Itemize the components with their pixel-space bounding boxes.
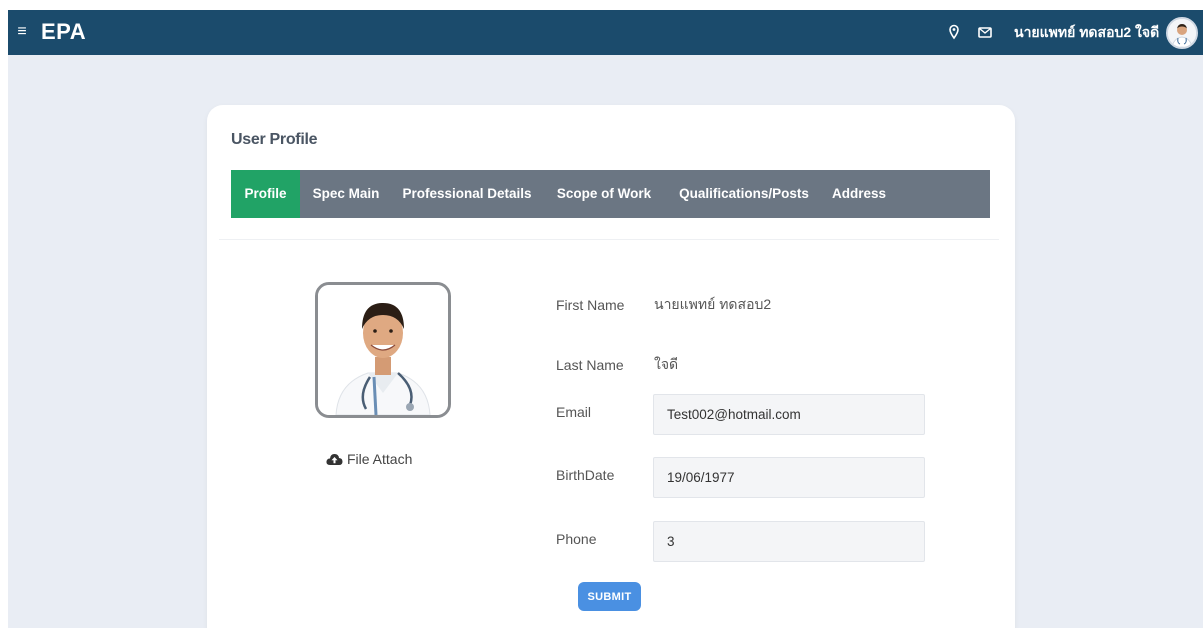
map-pin-icon[interactable] (946, 24, 962, 40)
divider (219, 239, 999, 240)
user-profile-card: User Profile Profile Spec Main Professio… (207, 105, 1015, 628)
email-field[interactable] (653, 394, 925, 435)
first-name-label: First Name (556, 297, 625, 313)
file-attach-button[interactable]: File Attach (326, 450, 412, 468)
cloud-upload-icon (326, 454, 343, 465)
tab-professional-details[interactable]: Professional Details (399, 170, 535, 218)
page-title: User Profile (231, 131, 318, 148)
mail-icon[interactable] (977, 24, 993, 40)
birthdate-label: BirthDate (556, 467, 615, 483)
tab-scope-of-work[interactable]: Scope of Work (545, 170, 663, 218)
file-attach-label: File Attach (347, 451, 413, 467)
phone-label: Phone (556, 531, 597, 547)
first-name-value: นายแพทย์ ทดสอบ2 (654, 296, 772, 312)
tab-spec-main[interactable]: Spec Main (311, 170, 381, 218)
app-viewport: ≡ EPA นายแพทย์ ทดสอบ2 ใจดี User Profile … (8, 10, 1203, 628)
phone-field[interactable] (653, 521, 925, 562)
brand-logo[interactable]: EPA (41, 19, 86, 45)
tab-profile[interactable]: Profile (231, 170, 300, 218)
top-navbar: ≡ EPA นายแพทย์ ทดสอบ2 ใจดี (8, 10, 1203, 55)
last-name-value: ใจดี (654, 356, 679, 372)
user-avatar[interactable] (1166, 17, 1198, 49)
submit-button[interactable]: SUBMIT (578, 582, 641, 611)
profile-photo (315, 282, 451, 418)
hamburger-icon[interactable]: ≡ (14, 22, 30, 42)
last-name-label: Last Name (556, 357, 624, 373)
profile-tabs: Profile Spec Main Professional Details S… (231, 170, 990, 218)
tab-address[interactable]: Address (829, 170, 889, 218)
user-name[interactable]: นายแพทย์ ทดสอบ2 ใจดี (1014, 22, 1159, 42)
birthdate-field[interactable] (653, 457, 925, 498)
tab-qualifications-posts[interactable]: Qualifications/Posts (674, 170, 814, 218)
email-label: Email (556, 404, 592, 420)
